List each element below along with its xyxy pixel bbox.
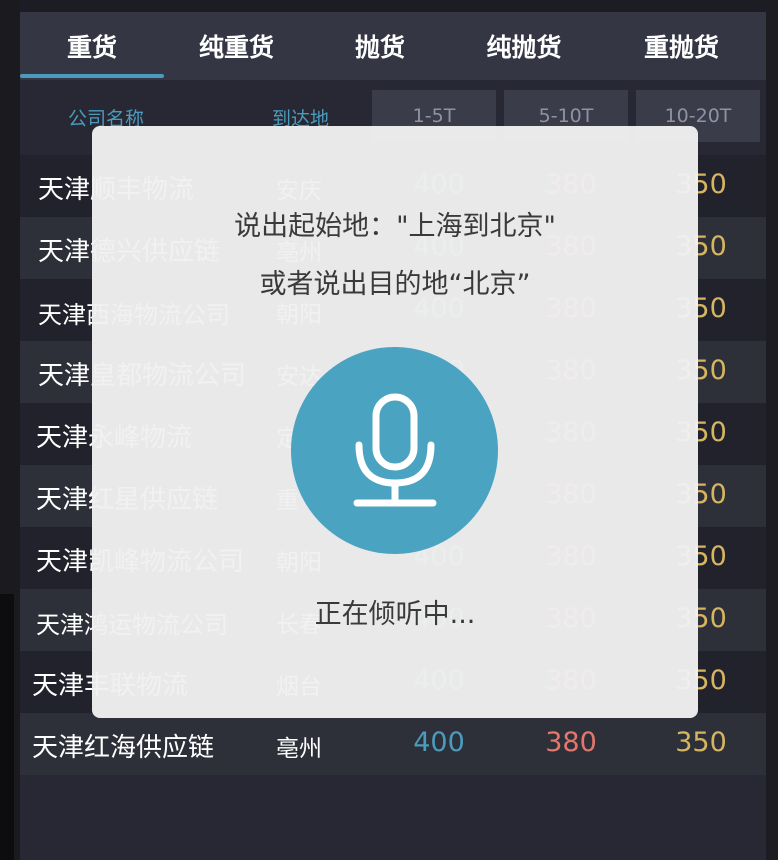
tab-light-cargo[interactable]: 抛货 — [309, 12, 451, 80]
tab-heavy-cargo[interactable]: 重货 — [20, 12, 164, 80]
microphone-button[interactable] — [291, 347, 498, 554]
voice-prompt-destination: 或者说出目的地“北京” — [259, 269, 531, 300]
company-name: 天津红海供应链 — [32, 733, 215, 763]
price-1-5t: 400 — [413, 727, 465, 758]
tab-label: 纯重货 — [198, 33, 274, 62]
tab-label: 重货 — [66, 33, 117, 62]
voice-input-dialog: 说出起始地："上海到北京" 或者说出目的地“北京” 正在倾听中... — [92, 126, 698, 718]
tab-label: 抛货 — [354, 33, 405, 62]
cargo-type-tabs: 重货 纯重货 抛货 纯抛货 重抛货 — [20, 12, 766, 80]
tab-label: 纯抛货 — [486, 33, 562, 62]
top-bar — [20, 0, 766, 12]
voice-prompt-origin: 说出起始地："上海到北京" — [234, 211, 556, 242]
microphone-icon — [353, 393, 436, 506]
table-row[interactable]: 天津红海供应链 亳州 400 380 350 — [20, 713, 766, 775]
listening-status: 正在倾听中... — [314, 599, 476, 630]
price-5-10t: 380 — [545, 727, 597, 758]
right-background — [766, 0, 778, 860]
tab-label: 重抛货 — [643, 33, 719, 62]
destination: 亳州 — [276, 736, 322, 762]
tab-heavy-light-cargo[interactable]: 重抛货 — [597, 12, 766, 80]
tab-pure-heavy-cargo[interactable]: 纯重货 — [164, 12, 309, 80]
price-10-20t: 350 — [675, 727, 727, 758]
tab-pure-light-cargo[interactable]: 纯抛货 — [451, 12, 597, 80]
left-background — [0, 0, 20, 860]
active-tab-indicator — [20, 74, 164, 78]
